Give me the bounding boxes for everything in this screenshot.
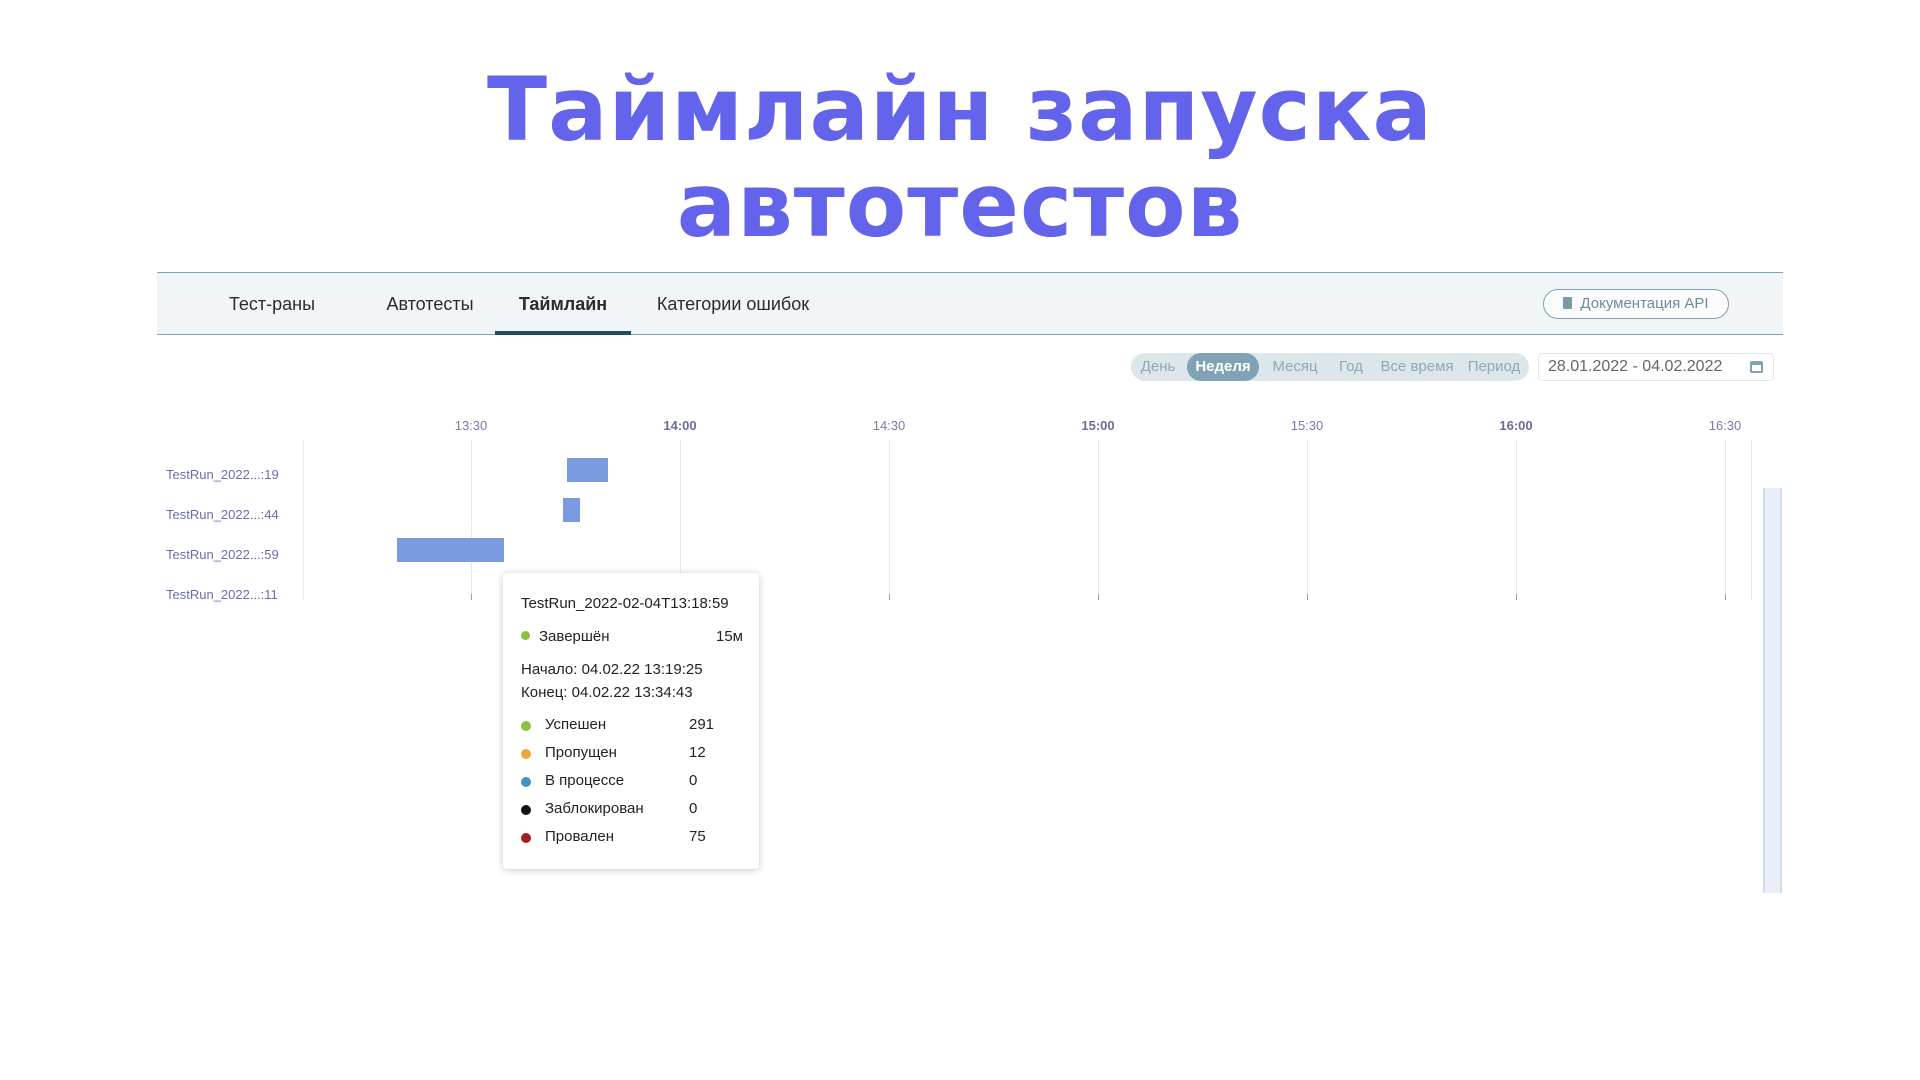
stat-skipped: Пропущен 12 [521, 744, 721, 764]
period-custom[interactable]: Период [1461, 353, 1527, 381]
tick-label-1500: 15:00 [1081, 418, 1115, 433]
stat-value: 75 [689, 828, 706, 845]
tooltip-end: Конец: 04.02.22 13:34:43 [521, 684, 693, 701]
tick-label-1330: 13:30 [454, 418, 488, 433]
tick-label-1400: 14:00 [663, 418, 697, 433]
passed-dot-icon [521, 721, 531, 731]
stat-in-progress: В процессе 0 [521, 772, 721, 792]
tick-mark-1530 [1307, 594, 1308, 600]
stat-blocked: Заблокирован 0 [521, 800, 721, 820]
grid-line-1630 [1725, 440, 1726, 600]
grid-line-1600 [1516, 440, 1517, 600]
tick-mark-1500 [1098, 594, 1099, 600]
grid-line-1330 [471, 440, 472, 600]
stat-label: В процессе [545, 772, 625, 789]
period-selector: День Неделя Месяц Год Все время Период [1131, 353, 1529, 381]
api-docs-button[interactable]: Документация API [1543, 289, 1729, 319]
tick-mark-1430 [889, 594, 890, 600]
run-bar-59[interactable] [397, 538, 504, 562]
row-label-run-59: TestRun_2022...:59 [166, 547, 279, 562]
stat-label: Заблокирован [545, 800, 644, 817]
stat-value: 0 [689, 772, 698, 789]
tab-autotests[interactable]: Автотесты [370, 273, 490, 335]
tick-label-1530: 15:30 [1290, 418, 1324, 433]
tick-mark-1630 [1725, 594, 1726, 600]
row-label-run-11: TestRun_2022...:11 [166, 587, 278, 602]
tick-mark-1330 [471, 594, 472, 600]
api-docs-label: Документация API [1580, 295, 1709, 312]
grid-line-end [1751, 440, 1752, 600]
failed-dot-icon [521, 833, 531, 843]
period-day[interactable]: День [1133, 353, 1183, 381]
row-label-run-19: TestRun_2022...:19 [166, 467, 279, 482]
stat-value: 291 [689, 716, 715, 733]
tab-test-runs[interactable]: Тест-раны [207, 273, 337, 335]
tab-timeline[interactable]: Таймлайн [495, 273, 631, 335]
stat-value: 12 [689, 744, 706, 761]
stat-label: Успешен [545, 716, 607, 733]
page-title: Таймлайн запуска автотестов [0, 62, 1920, 254]
period-week[interactable]: Неделя [1187, 353, 1259, 381]
stat-failed: Провален 75 [521, 828, 721, 848]
period-year[interactable]: Год [1329, 353, 1373, 381]
skipped-dot-icon [521, 749, 531, 759]
row-label-run-44: TestRun_2022...:44 [166, 507, 279, 522]
tick-label-1430: 14:30 [872, 418, 906, 433]
calendar-icon [1750, 361, 1763, 373]
run-bar-44[interactable] [563, 498, 580, 522]
tick-label-1600: 16:00 [1499, 418, 1533, 433]
stat-label: Провален [545, 828, 614, 845]
grid-line-1430 [889, 440, 890, 600]
title-line-2: автотестов [676, 154, 1244, 257]
tick-label-1630: 16:30 [1708, 418, 1742, 433]
tooltip-start: Начало: 04.02.22 13:19:25 [521, 661, 703, 678]
tooltip-status-row: Завершён 15м [521, 628, 743, 645]
tick-mark-1600 [1516, 594, 1517, 600]
grid-line-1530 [1307, 440, 1308, 600]
label-axis-line [303, 440, 304, 600]
stat-passed: Успешен 291 [521, 716, 721, 736]
status-dot-icon [521, 631, 530, 640]
top-navigation: Тест-раны Автотесты Таймлайн Категории о… [157, 272, 1783, 335]
blocked-dot-icon [521, 805, 531, 815]
tab-error-categories[interactable]: Категории ошибок [653, 273, 813, 335]
stat-value: 0 [689, 800, 698, 817]
run-bar-19[interactable] [567, 458, 608, 482]
date-range-value: 28.01.2022 - 04.02.2022 [1548, 358, 1723, 375]
grid-line-1500 [1098, 440, 1099, 600]
document-icon [1563, 297, 1573, 309]
in-progress-dot-icon [521, 777, 531, 787]
timeline-scrollbar[interactable] [1763, 488, 1782, 893]
stat-label: Пропущен [545, 744, 617, 761]
tooltip-duration: 15м [716, 628, 743, 645]
tooltip-status: Завершён [539, 628, 610, 645]
title-line-1: Таймлайн запуска [487, 58, 1433, 161]
tooltip-title: TestRun_2022-02-04T13:18:59 [521, 595, 729, 612]
period-all-time[interactable]: Все время [1375, 353, 1459, 381]
period-month[interactable]: Месяц [1263, 353, 1327, 381]
date-range-picker[interactable]: 28.01.2022 - 04.02.2022 [1538, 353, 1774, 381]
run-tooltip: TestRun_2022-02-04T13:18:59 Завершён 15м… [503, 573, 759, 869]
